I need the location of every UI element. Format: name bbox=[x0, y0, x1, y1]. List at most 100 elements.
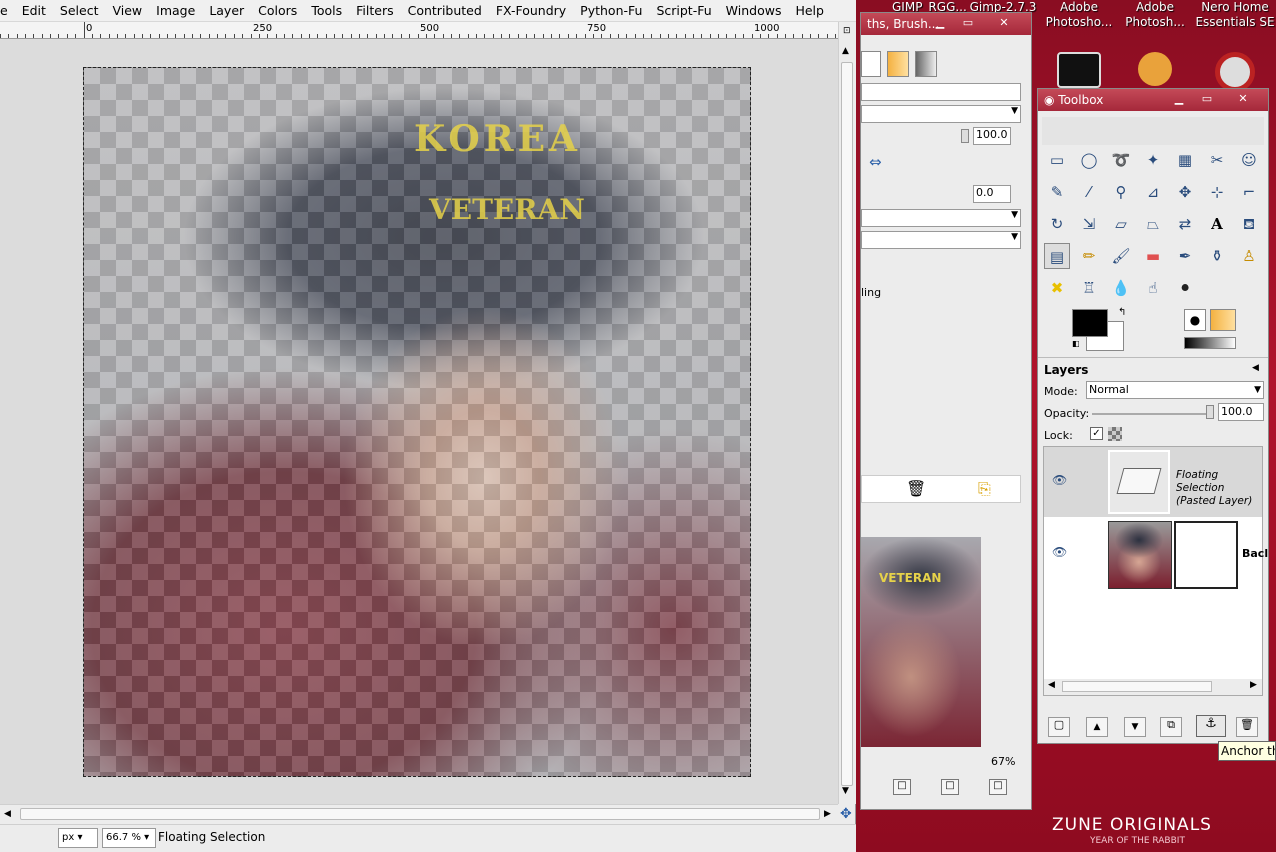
text-tool-icon[interactable]: A bbox=[1204, 211, 1230, 237]
angle-spin[interactable]: 0.0 bbox=[973, 185, 1011, 203]
swap-colors-icon[interactable]: ↰ bbox=[1118, 307, 1126, 318]
zoom-fit-button[interactable]: □ bbox=[989, 779, 1007, 795]
close-icon[interactable]: ✕ bbox=[993, 16, 1015, 32]
menu-python-fu[interactable]: Python-Fu bbox=[573, 3, 649, 18]
color-picker-icon[interactable]: ⁄ bbox=[1076, 179, 1102, 205]
unit-select[interactable]: px ▾ bbox=[58, 828, 98, 848]
zoom-out-button[interactable]: □ bbox=[893, 779, 911, 795]
scale-icon[interactable]: ⇲ bbox=[1076, 211, 1102, 237]
dock-select-1[interactable]: ▼ bbox=[861, 105, 1021, 123]
tab-gradients[interactable] bbox=[915, 51, 937, 77]
duplicate-layer-icon[interactable]: ⧉ bbox=[1160, 717, 1182, 737]
menu-image[interactable]: Image bbox=[149, 3, 202, 18]
perspective-clone-icon[interactable]: ♖ bbox=[1076, 275, 1102, 301]
color-select-icon[interactable]: ▦ bbox=[1172, 147, 1198, 173]
scroll-left-icon[interactable]: ◀ bbox=[1048, 680, 1055, 690]
pattern-preview[interactable] bbox=[1210, 309, 1236, 331]
panel-menu-icon[interactable]: ◀ bbox=[1252, 363, 1259, 373]
image-canvas[interactable]: KOREA VETERAN bbox=[83, 67, 751, 777]
menu-file[interactable]: e bbox=[0, 3, 15, 18]
desktop-icon-nero[interactable]: Nero Home Essentials SE bbox=[1194, 0, 1276, 92]
minimize-icon[interactable]: ▁ bbox=[1168, 92, 1190, 108]
menu-tools[interactable]: Tools bbox=[304, 3, 349, 18]
opacity-spin[interactable]: 100.0 bbox=[973, 127, 1011, 145]
layer-row-background[interactable]: 👁 Bacl bbox=[1044, 519, 1268, 589]
maximize-icon[interactable]: ▭ bbox=[957, 16, 979, 32]
opacity-slider-handle[interactable] bbox=[1206, 405, 1214, 419]
menu-script-fu[interactable]: Script-Fu bbox=[649, 3, 718, 18]
dock-field-1[interactable] bbox=[861, 83, 1021, 101]
shear-icon[interactable]: ▱ bbox=[1108, 211, 1134, 237]
opacity-slider-handle[interactable] bbox=[961, 129, 969, 143]
restore-icon[interactable]: ⎘ bbox=[978, 479, 991, 499]
maximize-icon[interactable]: ▭ bbox=[1196, 92, 1218, 108]
dock-select-2[interactable]: ▼ bbox=[861, 209, 1021, 227]
paths-icon[interactable]: ✎ bbox=[1044, 179, 1070, 205]
horizontal-ruler[interactable]: 0 250 500 750 1000 bbox=[0, 22, 838, 39]
measure-icon[interactable]: ⊿ bbox=[1140, 179, 1166, 205]
zoom-icon[interactable]: ⚲ bbox=[1108, 179, 1134, 205]
move-icon[interactable]: ✥ bbox=[1172, 179, 1198, 205]
swap-icon[interactable]: ⇔ bbox=[869, 153, 882, 171]
desktop-icon-photoshop-2[interactable]: Adobe Photosh... bbox=[1118, 0, 1192, 86]
navigation-preview[interactable]: VETERAN bbox=[861, 537, 981, 747]
scroll-thumb[interactable] bbox=[1062, 681, 1212, 692]
close-icon[interactable]: ✕ bbox=[1232, 92, 1254, 108]
menu-filters[interactable]: Filters bbox=[349, 3, 400, 18]
menu-fx-foundry[interactable]: FX-Foundry bbox=[489, 3, 573, 18]
blend-icon[interactable]: ▤ bbox=[1044, 243, 1070, 269]
minimize-icon[interactable]: ▁ bbox=[929, 16, 951, 32]
vertical-scroll-thumb[interactable] bbox=[841, 62, 853, 786]
rect-select-icon[interactable]: ▭ bbox=[1044, 147, 1070, 173]
align-icon[interactable]: ⊹ bbox=[1204, 179, 1230, 205]
menu-help[interactable]: Help bbox=[788, 3, 831, 18]
dodge-burn-icon[interactable]: ⚫ bbox=[1172, 275, 1198, 301]
visibility-eye-icon[interactable]: 👁 bbox=[1052, 545, 1067, 559]
layers-hscrollbar[interactable]: ◀ ▶ bbox=[1044, 679, 1262, 695]
default-colors-icon[interactable]: ◧ bbox=[1072, 339, 1080, 348]
ellipse-select-icon[interactable]: ◯ bbox=[1076, 147, 1102, 173]
eraser-icon[interactable]: ▬ bbox=[1140, 243, 1166, 269]
lasso-icon[interactable]: ➰ bbox=[1108, 147, 1134, 173]
crop-icon[interactable]: ⌐ bbox=[1236, 179, 1262, 205]
foreground-select-icon[interactable]: ☺ bbox=[1236, 147, 1262, 173]
desktop-icon-photoshop-1[interactable]: Adobe Photosho... bbox=[1042, 0, 1116, 88]
menu-colors[interactable]: Colors bbox=[251, 3, 304, 18]
zoom-in-button[interactable]: □ bbox=[941, 779, 959, 795]
blur-icon[interactable]: 💧 bbox=[1108, 275, 1134, 301]
bucket-fill-icon[interactable]: ⛾ bbox=[1236, 211, 1262, 237]
menu-view[interactable]: View bbox=[105, 3, 149, 18]
heal-icon[interactable]: ✖ bbox=[1044, 275, 1070, 301]
anchor-layer-icon[interactable]: ⚓ bbox=[1196, 715, 1226, 737]
menu-edit[interactable]: Edit bbox=[15, 3, 53, 18]
scissors-icon[interactable]: ✂ bbox=[1204, 147, 1230, 173]
ink-icon[interactable]: ⚱ bbox=[1204, 243, 1230, 269]
airbrush-icon[interactable]: ✒ bbox=[1172, 243, 1198, 269]
mode-select[interactable]: Normal ▼ bbox=[1086, 381, 1264, 399]
lock-alpha-icon[interactable] bbox=[1108, 427, 1122, 441]
menu-layer[interactable]: Layer bbox=[202, 3, 251, 18]
delete-layer-icon[interactable]: 🗑 bbox=[1236, 717, 1258, 737]
zoom-field[interactable]: 66.7 % ▾ bbox=[102, 828, 156, 848]
menu-contributed[interactable]: Contributed bbox=[401, 3, 489, 18]
navigate-icon[interactable]: ✥ bbox=[840, 806, 852, 822]
tab-gradient[interactable] bbox=[861, 51, 881, 77]
smudge-icon[interactable]: ☝ bbox=[1140, 275, 1166, 301]
tab-palette[interactable] bbox=[887, 51, 909, 77]
scroll-right-icon[interactable]: ▶ bbox=[824, 809, 831, 819]
new-layer-icon[interactable]: ▢ bbox=[1048, 717, 1070, 737]
brush-preview[interactable]: ● bbox=[1184, 309, 1206, 331]
horizontal-scroll-thumb[interactable] bbox=[20, 808, 820, 820]
foreground-color-swatch[interactable] bbox=[1072, 309, 1108, 337]
layers-list[interactable]: 👁 Floating Selection (Pasted Layer) 👁 Ba… bbox=[1043, 446, 1268, 696]
horizontal-scrollbar[interactable]: ◀ ▶ ✥ bbox=[0, 804, 852, 824]
pencil-icon[interactable]: ✏ bbox=[1076, 243, 1102, 269]
visibility-eye-icon[interactable]: 👁 bbox=[1052, 473, 1067, 487]
gradient-preview[interactable] bbox=[1184, 337, 1236, 349]
dock-titlebar[interactable]: ths, Brush... ▁ ▭ ✕ bbox=[861, 13, 1031, 35]
clone-icon[interactable]: ♙ bbox=[1236, 243, 1262, 269]
scroll-left-icon[interactable]: ◀ bbox=[4, 809, 11, 819]
lower-layer-icon[interactable]: ▼ bbox=[1124, 717, 1146, 737]
fuzzy-select-icon[interactable]: ✦ bbox=[1140, 147, 1166, 173]
lock-pixels-checkbox[interactable]: ✓ bbox=[1090, 427, 1103, 440]
